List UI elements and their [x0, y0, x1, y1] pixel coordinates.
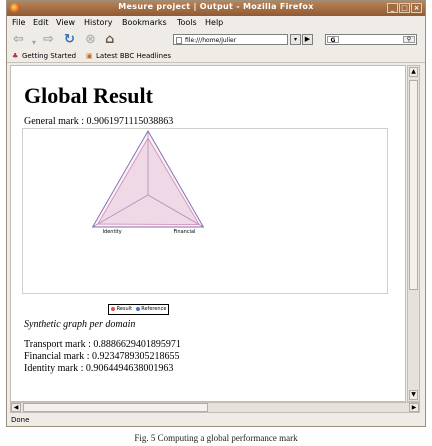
menu-file[interactable]: File [12, 18, 25, 27]
bookmark-getting-started[interactable]: Getting Started [22, 52, 76, 60]
forward-arrow-icon[interactable]: ⇨ [43, 33, 54, 46]
axis-label-identity: Identity [103, 229, 122, 235]
bookmark-icon: ♣ [12, 52, 19, 60]
page-content: Global Result General mark : 0.906197111… [10, 65, 406, 402]
scroll-down-arrow[interactable]: ▼ [409, 390, 418, 400]
minimize-button[interactable]: _ [387, 3, 398, 13]
search-engine-icon[interactable]: G [327, 36, 339, 44]
window-title: Mesure project | Output - Mozilla Firefo… [118, 2, 314, 11]
scroll-right-arrow[interactable]: ▶ [409, 403, 419, 412]
maximize-button[interactable]: □ [399, 3, 410, 13]
transport-mark: Transport mark : 0.8886629401895971 [24, 339, 181, 350]
financial-mark: Financial mark : 0.9234789305218655 [24, 351, 180, 362]
radar-chart: TransportFinancialIdentity [22, 123, 388, 294]
menu-bookmarks[interactable]: Bookmarks [122, 18, 167, 27]
menu-bar: File Edit View History Bookmarks Tools H… [7, 16, 425, 44]
title-bar: Mesure project | Output - Mozilla Firefo… [7, 1, 425, 16]
general-mark: General mark : 0.9061971115038863 [24, 116, 174, 127]
home-icon[interactable]: ⌂ [105, 33, 114, 46]
horizontal-scrollbar[interactable]: ◀ ▶ [10, 402, 420, 413]
rss-icon: ▣ [86, 52, 93, 60]
menu-edit[interactable]: Edit [33, 18, 49, 27]
axis-label-financial: Financial [174, 229, 196, 235]
search-input[interactable]: G ⚲ [325, 34, 417, 45]
graph-caption: Synthetic graph per domain [24, 319, 136, 330]
menu-view[interactable]: View [56, 18, 75, 27]
radar-series-result [96, 137, 200, 226]
url-dropdown-button[interactable]: ▾ [290, 34, 301, 45]
menu-help[interactable]: Help [205, 18, 223, 27]
url-bar[interactable]: file:///home/julier [173, 34, 288, 45]
stop-icon[interactable]: ⊗ [85, 33, 96, 46]
legend-result-marker [111, 306, 115, 311]
radar-chart-svg: TransportFinancialIdentity [91, 123, 205, 235]
chart-legend: Result Reference [108, 304, 170, 315]
menu-history[interactable]: History [84, 18, 112, 27]
navigation-toolbar: ⇦ ▾ ⇨ ↻ ⊗ ⌂ file:///home/julier ▾ ▶ G ⚲ [7, 30, 425, 49]
page-icon [176, 37, 182, 44]
bookmark-bbc-headlines[interactable]: Latest BBC Headlines [96, 52, 171, 60]
back-arrow-icon[interactable]: ⇦ [13, 33, 24, 46]
search-icon[interactable]: ⚲ [403, 36, 415, 43]
go-button[interactable]: ▶ [302, 34, 313, 45]
reload-icon[interactable]: ↻ [64, 33, 75, 46]
scroll-up-arrow[interactable]: ▲ [409, 67, 418, 77]
url-text: file:///home/julier [185, 37, 237, 44]
figure-caption: Fig. 5 Computing a global performance ma… [134, 433, 298, 443]
bookmarks-toolbar: ♣ Getting Started ▣ Latest BBC Headlines [7, 49, 425, 63]
close-button[interactable]: × [411, 3, 422, 13]
scroll-left-arrow[interactable]: ◀ [11, 403, 21, 412]
legend-reference-label: Reference [141, 306, 167, 312]
vertical-scrollbar[interactable]: ▲ ▼ [407, 65, 420, 402]
legend-reference-marker [135, 306, 140, 311]
identity-mark: Identity mark : 0.9064494638001963 [24, 363, 174, 374]
page-title: Global Result [24, 83, 153, 108]
vertical-scroll-thumb[interactable] [409, 80, 418, 290]
browser-window: Mesure project | Output - Mozilla Firefo… [6, 0, 426, 427]
menu-tools[interactable]: Tools [177, 18, 197, 27]
legend-result-label: Result [116, 306, 133, 312]
status-bar: Done [7, 414, 425, 426]
status-text: Done [11, 416, 30, 424]
horizontal-scroll-thumb[interactable] [23, 403, 208, 412]
dropdown-icon[interactable]: ▾ [32, 36, 36, 49]
